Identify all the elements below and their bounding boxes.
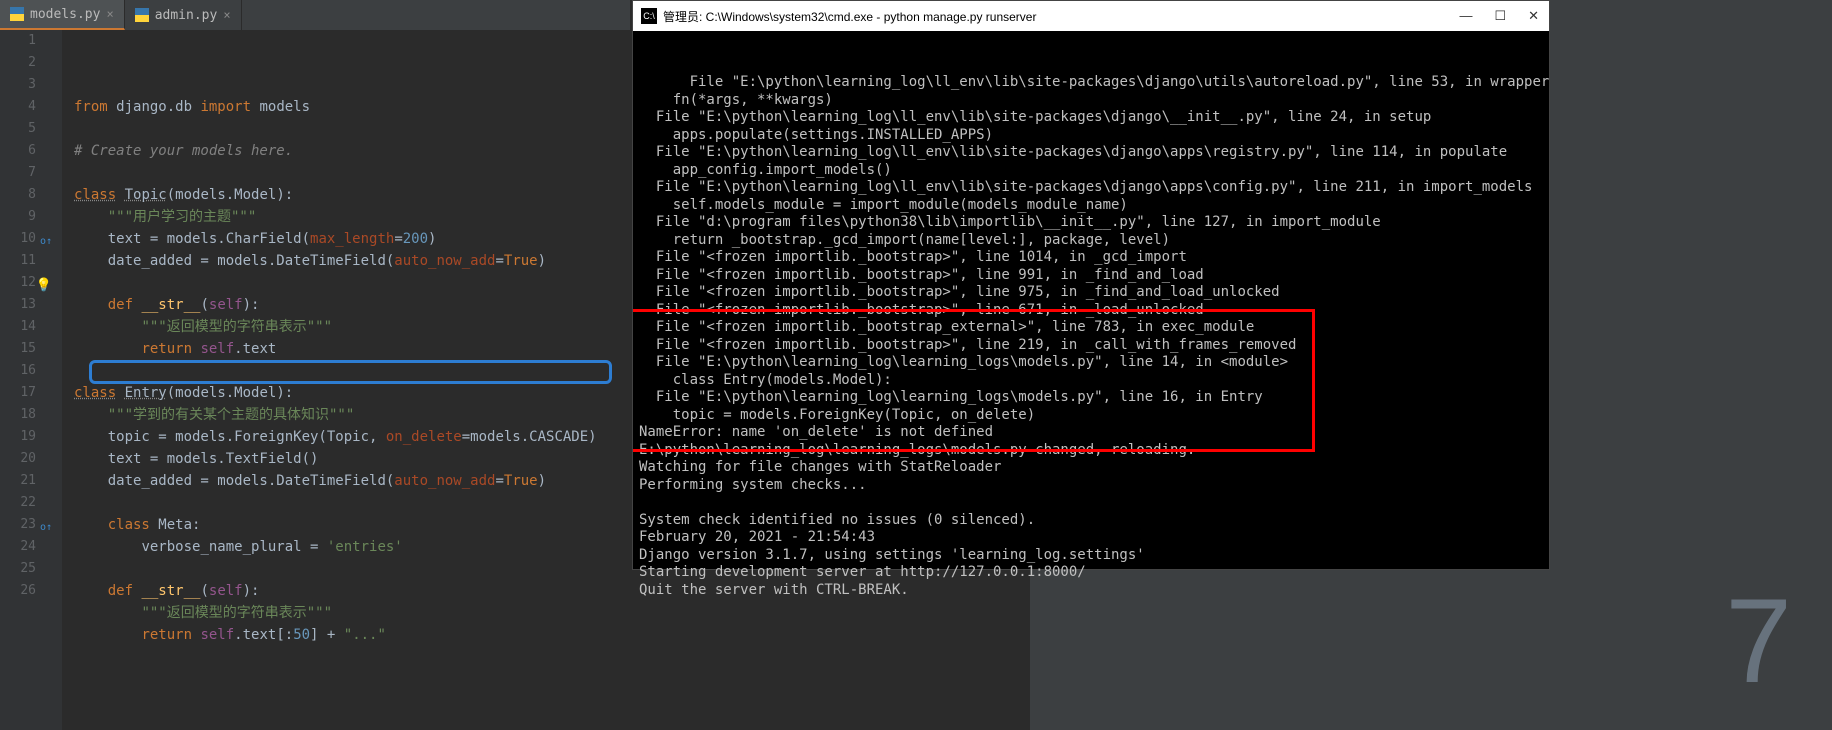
close-icon[interactable]: × bbox=[223, 8, 230, 22]
code-line[interactable]: class Meta: bbox=[70, 514, 630, 536]
line-number: 17 bbox=[0, 382, 54, 404]
line-number: 12💡 bbox=[0, 272, 54, 294]
code-line[interactable] bbox=[70, 646, 630, 668]
line-number: 16 bbox=[0, 360, 54, 382]
close-icon[interactable]: × bbox=[106, 7, 113, 21]
terminal-window: C:\ 管理员: C:\Windows\system32\cmd.exe - p… bbox=[632, 0, 1550, 570]
code-line[interactable]: """返回模型的字符串表示""" bbox=[70, 602, 630, 624]
line-number: 21 bbox=[0, 470, 54, 492]
line-number: 23o↑ bbox=[0, 514, 54, 536]
desktop-glyph: 7 bbox=[1725, 572, 1792, 710]
terminal-text: File "E:\python\learning_log\ll_env\lib\… bbox=[639, 74, 1549, 598]
terminal-title: 管理员: C:\Windows\system32\cmd.exe - pytho… bbox=[663, 8, 1036, 25]
tab-admin[interactable]: admin.py × bbox=[125, 0, 242, 30]
code-line[interactable]: """用户学习的主题""" bbox=[70, 206, 630, 228]
maximize-button[interactable]: ☐ bbox=[1494, 8, 1506, 24]
code-line[interactable] bbox=[70, 272, 630, 294]
code-line[interactable]: class Entry(models.Model): bbox=[70, 382, 630, 404]
code-line[interactable]: date_added = models.DateTimeField(auto_n… bbox=[70, 470, 630, 492]
terminal-output[interactable]: File "E:\python\learning_log\ll_env\lib\… bbox=[633, 31, 1549, 625]
code-line[interactable]: # Create your models here. bbox=[70, 140, 630, 162]
line-number: 22 bbox=[0, 492, 54, 514]
code-line[interactable]: return self.text bbox=[70, 338, 630, 360]
line-number: 18 bbox=[0, 404, 54, 426]
line-number: 26 bbox=[0, 580, 54, 602]
code-line[interactable]: topic = models.ForeignKey(Topic, on_dele… bbox=[70, 426, 630, 448]
line-number: 10o↑ bbox=[0, 228, 54, 250]
code-line[interactable]: text = models.CharField(max_length=200) bbox=[70, 228, 630, 250]
line-number: 14 bbox=[0, 316, 54, 338]
tab-label: admin.py bbox=[155, 8, 218, 23]
code-line[interactable]: """返回模型的字符串表示""" bbox=[70, 316, 630, 338]
line-number: 6 bbox=[0, 140, 54, 162]
line-number: 3 bbox=[0, 74, 54, 96]
code-line[interactable]: date_added = models.DateTimeField(auto_n… bbox=[70, 250, 630, 272]
cmd-icon: C:\ bbox=[641, 8, 657, 24]
code-container: 12345678910o↑1112💡1314151617181920212223… bbox=[0, 30, 630, 730]
minimize-button[interactable]: — bbox=[1459, 8, 1472, 24]
terminal-titlebar[interactable]: C:\ 管理员: C:\Windows\system32\cmd.exe - p… bbox=[633, 1, 1549, 31]
code-line[interactable]: text = models.TextField() bbox=[70, 448, 630, 470]
line-number: 2 bbox=[0, 52, 54, 74]
line-number-gutter: 12345678910o↑1112💡1314151617181920212223… bbox=[0, 30, 62, 730]
line-number: 15 bbox=[0, 338, 54, 360]
python-icon bbox=[10, 7, 24, 21]
code-line[interactable] bbox=[70, 118, 630, 140]
code-line[interactable] bbox=[70, 492, 630, 514]
code-line[interactable]: def __str__(self): bbox=[70, 294, 630, 316]
line-number: 1 bbox=[0, 30, 54, 52]
titlebar-left: C:\ 管理员: C:\Windows\system32\cmd.exe - p… bbox=[641, 8, 1036, 25]
code-text-area[interactable]: from django.db import models # Create yo… bbox=[62, 30, 630, 730]
editor-tabs: models.py × admin.py × bbox=[0, 0, 630, 30]
code-line[interactable]: class Topic(models.Model): bbox=[70, 184, 630, 206]
line-number: 20 bbox=[0, 448, 54, 470]
tab-label: models.py bbox=[30, 7, 100, 22]
line-number: 19 bbox=[0, 426, 54, 448]
window-controls: — ☐ ✕ bbox=[1459, 8, 1539, 24]
line-number: 24 bbox=[0, 536, 54, 558]
tab-models[interactable]: models.py × bbox=[0, 0, 125, 30]
line-number: 5 bbox=[0, 118, 54, 140]
code-line[interactable]: """学到的有关某个主题的具体知识""" bbox=[70, 404, 630, 426]
line-number: 25 bbox=[0, 558, 54, 580]
code-line[interactable] bbox=[70, 162, 630, 184]
code-line[interactable]: verbose_name_plural = 'entries' bbox=[70, 536, 630, 558]
python-icon bbox=[135, 8, 149, 22]
line-number: 13 bbox=[0, 294, 54, 316]
line-number: 7 bbox=[0, 162, 54, 184]
code-editor: models.py × admin.py × 12345678910o↑1112… bbox=[0, 0, 630, 730]
line-number: 4 bbox=[0, 96, 54, 118]
line-number: 11 bbox=[0, 250, 54, 272]
close-button[interactable]: ✕ bbox=[1528, 8, 1539, 24]
code-line[interactable] bbox=[70, 360, 630, 382]
code-line[interactable]: return self.text[:50] + "..." bbox=[70, 624, 630, 646]
line-number: 8 bbox=[0, 184, 54, 206]
code-line[interactable] bbox=[70, 558, 630, 580]
code-line[interactable]: from django.db import models bbox=[70, 96, 630, 118]
code-line[interactable]: def __str__(self): bbox=[70, 580, 630, 602]
line-number: 9 bbox=[0, 206, 54, 228]
